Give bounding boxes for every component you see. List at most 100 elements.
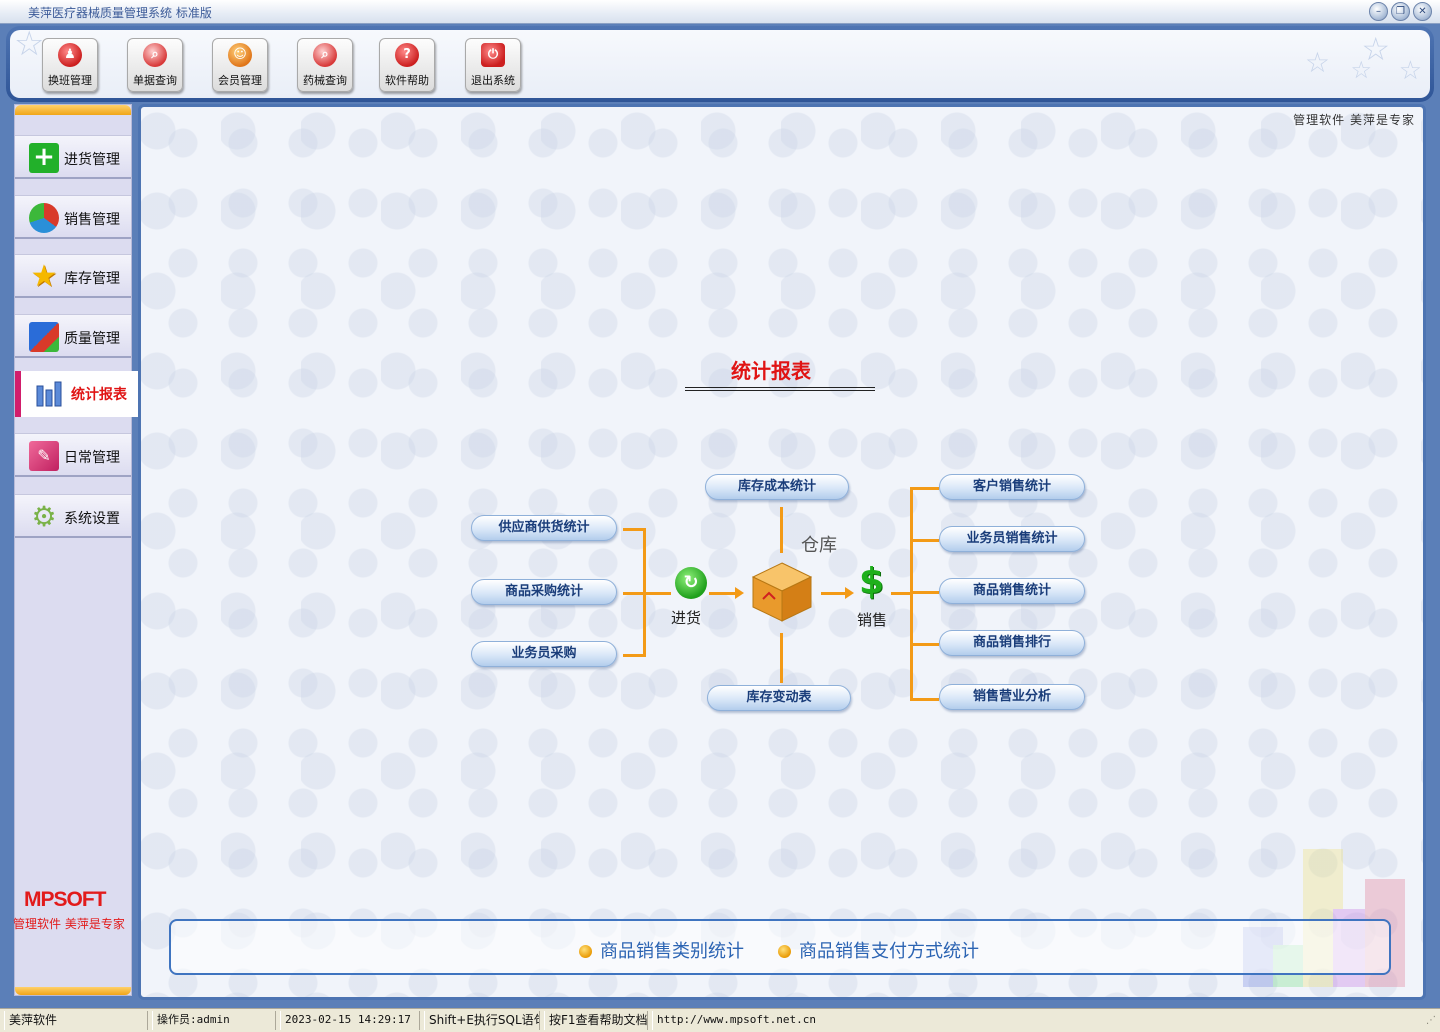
title-bar: 美萍医疗器械质量管理系统 标准版 – ❐ ✕ bbox=[0, 0, 1440, 24]
users-icon: ♟ bbox=[58, 43, 82, 67]
pencil-notebook-icon: ✎ bbox=[29, 441, 59, 471]
report-salesman-purchase[interactable]: 业务员采购 bbox=[471, 641, 617, 667]
report-goods-sales-ranking[interactable]: 商品销售排行 bbox=[939, 630, 1085, 656]
report-goods-sales[interactable]: 商品销售统计 bbox=[939, 578, 1085, 604]
document-query-button[interactable]: ⌕ 单据查询 bbox=[127, 38, 183, 92]
report-inventory-cost[interactable]: 库存成本统计 bbox=[705, 474, 849, 500]
status-app-name: 美萍软件 bbox=[4, 1011, 148, 1030]
status-datetime: 2023-02-15 14:29:17 bbox=[280, 1011, 420, 1030]
star-decoration-icon: ☆ bbox=[1304, 46, 1330, 79]
main-panel: 管理软件 美萍是专家 统计报表 供应商供货统计 商品采购统计 业务员采购 ↻ 进… bbox=[138, 104, 1426, 1000]
connector-line bbox=[780, 633, 783, 683]
help-icon: ? bbox=[395, 43, 419, 67]
status-operator: 操作员:admin bbox=[152, 1011, 276, 1030]
link-label: 商品销售支付方式统计 bbox=[799, 941, 979, 962]
cubes-icon bbox=[29, 322, 59, 352]
sidebar: + 进货管理 销售管理 ★ 库存管理 质量管理 统计报表 ✎ 日常管理 ⚙ 系统… bbox=[13, 104, 139, 996]
report-salesman-sales[interactable]: 业务员销售统计 bbox=[939, 526, 1085, 552]
sidebar-item-daily[interactable]: ✎ 日常管理 bbox=[15, 433, 131, 477]
status-help-hint: 按F1查看帮助文档 bbox=[544, 1011, 648, 1030]
brand-logo: MPSOFT bbox=[24, 888, 106, 912]
resize-grip-icon[interactable]: ⋰ bbox=[1426, 1015, 1436, 1026]
connector-line bbox=[911, 539, 939, 542]
sidebar-bottom-cap bbox=[15, 987, 131, 995]
arrow-right-icon bbox=[845, 587, 854, 599]
member-icon: ☺ bbox=[228, 43, 252, 67]
green-plus-icon: + bbox=[29, 143, 59, 173]
arrow-right-icon bbox=[735, 587, 744, 599]
brand-logo-text: MPSOFT bbox=[24, 888, 106, 911]
connector-line bbox=[780, 507, 783, 553]
connector-line bbox=[709, 592, 737, 595]
sidebar-item-label: 系统设置 bbox=[64, 511, 120, 527]
pie-chart-icon bbox=[29, 203, 59, 233]
report-supplier-supply[interactable]: 供应商供货统计 bbox=[471, 515, 617, 541]
page-title: 统计报表 bbox=[731, 359, 811, 383]
sidebar-item-label: 统计报表 bbox=[71, 387, 127, 403]
star-decoration-icon: ☆ bbox=[14, 30, 45, 64]
window-title: 美萍医疗器械质量管理系统 标准版 bbox=[28, 6, 212, 20]
toolbar-inner: ☆ ☆ ☆ ☆ ☆ ♟ 换班管理 ⌕ 单据查询 ☺ 会员管理 ⌕ 药械查询 ? … bbox=[10, 30, 1430, 98]
report-goods-purchase[interactable]: 商品采购统计 bbox=[471, 579, 617, 605]
exit-icon: ⏻ bbox=[481, 43, 505, 67]
link-sales-category-stats[interactable]: 商品销售类别统计 bbox=[579, 937, 744, 963]
sidebar-item-sales[interactable]: 销售管理 bbox=[15, 195, 131, 239]
toolbar-button-label: 换班管理 bbox=[48, 74, 92, 87]
bottom-link-panel: 商品销售类别统计 商品销售支付方式统计 bbox=[169, 919, 1391, 975]
toolbar-button-label: 软件帮助 bbox=[385, 74, 429, 87]
shift-management-button[interactable]: ♟ 换班管理 bbox=[42, 38, 98, 92]
close-button[interactable]: ✕ bbox=[1413, 2, 1432, 21]
connector-line bbox=[821, 592, 847, 595]
sidebar-top-cap bbox=[15, 105, 131, 115]
toolbar-button-label: 退出系统 bbox=[471, 74, 515, 87]
device-query-button[interactable]: ⌕ 药械查询 bbox=[297, 38, 353, 92]
sidebar-item-reports[interactable]: 统计报表 bbox=[15, 371, 139, 417]
link-label: 商品销售类别统计 bbox=[600, 941, 744, 962]
minimize-button[interactable]: – bbox=[1369, 2, 1388, 21]
toolbar-button-label: 会员管理 bbox=[218, 74, 262, 87]
bullet-icon bbox=[579, 945, 592, 958]
link-sales-payment-stats[interactable]: 商品销售支付方式统计 bbox=[778, 937, 979, 963]
flow-label-in: 进货 bbox=[671, 609, 702, 627]
toolbar-button-label: 药械查询 bbox=[303, 74, 347, 87]
warehouse-box-icon bbox=[751, 562, 813, 622]
sidebar-item-inventory[interactable]: ★ 库存管理 bbox=[15, 254, 131, 298]
sidebar-item-label: 日常管理 bbox=[64, 450, 120, 466]
window-controls: – ❐ ✕ bbox=[1369, 2, 1432, 21]
sidebar-item-label: 销售管理 bbox=[64, 212, 120, 228]
bullet-icon bbox=[778, 945, 791, 958]
toolbar-button-label: 单据查询 bbox=[133, 74, 177, 87]
brand-slogan: 管理软件 美萍是专家 bbox=[13, 917, 125, 931]
member-management-button[interactable]: ☺ 会员管理 bbox=[212, 38, 268, 92]
sidebar-item-label: 质量管理 bbox=[64, 331, 120, 347]
status-sql-hint: Shift+E执行SQL语句 bbox=[424, 1011, 540, 1030]
report-customer-sales[interactable]: 客户销售统计 bbox=[939, 474, 1085, 500]
report-inventory-change[interactable]: 库存变动表 bbox=[707, 685, 851, 711]
connector-line bbox=[911, 643, 939, 646]
connector-line bbox=[623, 528, 645, 531]
magnifier-doc-icon: ⌕ bbox=[143, 43, 167, 67]
flow-label-warehouse: 仓库 bbox=[801, 535, 837, 556]
top-slogan: 管理软件 美萍是专家 bbox=[1293, 113, 1415, 127]
connector-line bbox=[911, 591, 939, 594]
connector-line bbox=[623, 654, 645, 657]
dollar-icon: $ bbox=[859, 561, 885, 602]
connector-line bbox=[911, 487, 939, 490]
connector-line bbox=[910, 487, 913, 701]
bar-chart-icon bbox=[35, 378, 65, 408]
sidebar-item-purchase[interactable]: + 进货管理 bbox=[15, 135, 131, 179]
status-bar: 美萍软件 操作员:admin 2023-02-15 14:29:17 Shift… bbox=[0, 1008, 1440, 1032]
help-button[interactable]: ? 软件帮助 bbox=[379, 38, 435, 92]
connector-line bbox=[891, 592, 911, 595]
title-underline bbox=[685, 387, 875, 391]
magnifier-icon: ⌕ bbox=[313, 43, 337, 67]
sidebar-item-quality[interactable]: 质量管理 bbox=[15, 314, 131, 358]
exit-button[interactable]: ⏻ 退出系统 bbox=[465, 38, 521, 92]
star-decoration-icon: ☆ bbox=[1398, 56, 1422, 86]
sidebar-item-settings[interactable]: ⚙ 系统设置 bbox=[15, 494, 131, 538]
restore-button[interactable]: ❐ bbox=[1391, 2, 1410, 21]
sidebar-item-label: 进货管理 bbox=[64, 152, 120, 168]
report-sales-business-analysis[interactable]: 销售营业分析 bbox=[939, 684, 1085, 710]
toolbar: ☆ ☆ ☆ ☆ ☆ ♟ 换班管理 ⌕ 单据查询 ☺ 会员管理 ⌕ 药械查询 ? … bbox=[6, 26, 1434, 102]
star-icon: ★ bbox=[30, 259, 58, 294]
